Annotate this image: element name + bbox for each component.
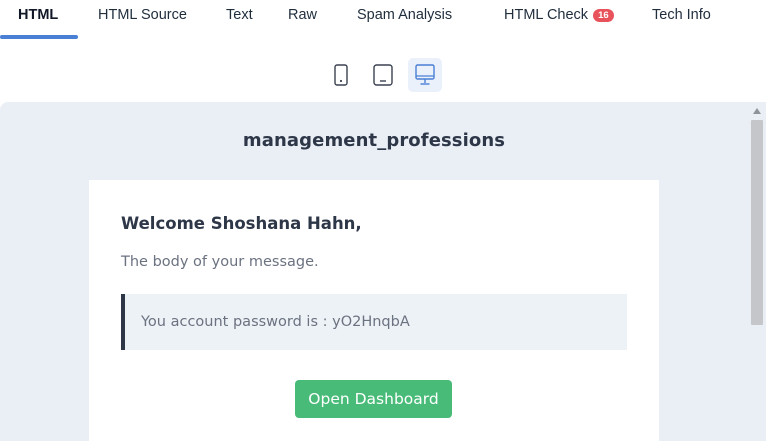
desktop-icon: [415, 64, 435, 85]
error-count-badge: 16: [593, 9, 614, 22]
tab-label: HTML: [18, 7, 59, 23]
open-dashboard-button[interactable]: Open Dashboard: [295, 380, 452, 418]
mobile-view-button[interactable]: [324, 58, 358, 92]
tab-label: Tech Info: [652, 7, 711, 23]
tab-label: Text: [226, 7, 253, 23]
email-greeting: Welcome Shoshana Hahn,: [121, 214, 362, 233]
tab-raw[interactable]: Raw: [274, 0, 342, 40]
device-toggle-group: [324, 58, 442, 92]
scroll-up-icon[interactable]: [753, 108, 761, 114]
tab-label: HTML Source: [98, 7, 187, 23]
mobile-icon: [334, 64, 348, 86]
desktop-view-button[interactable]: [408, 58, 442, 92]
email-brand-title: management_professions: [242, 130, 506, 151]
password-panel: You account password is : yO2HnqbA: [121, 294, 627, 350]
tablet-view-button[interactable]: [366, 58, 400, 92]
password-text: You account password is : yO2HnqbA: [141, 314, 410, 330]
email-card: Welcome Shoshana Hahn, The body of your …: [89, 180, 659, 441]
tab-spam-analysis[interactable]: Spam Analysis: [342, 0, 490, 40]
tab-text[interactable]: Text: [206, 0, 274, 40]
scrollbar-thumb[interactable]: [751, 120, 763, 325]
tab-label: HTML Check: [504, 7, 589, 23]
tablet-icon: [373, 64, 393, 86]
tab-tech-info[interactable]: Tech Info: [642, 0, 742, 40]
tab-html-source[interactable]: HTML Source: [78, 0, 206, 40]
tab-bar: HTML HTML Source Text Raw Spam Analysis …: [0, 0, 766, 40]
email-body-text: The body of your message.: [121, 254, 319, 270]
tab-html[interactable]: HTML: [0, 0, 78, 40]
tab-label: Spam Analysis: [357, 7, 453, 23]
tab-html-check[interactable]: HTML Check 16: [490, 0, 642, 40]
tab-label: Raw: [288, 7, 318, 23]
